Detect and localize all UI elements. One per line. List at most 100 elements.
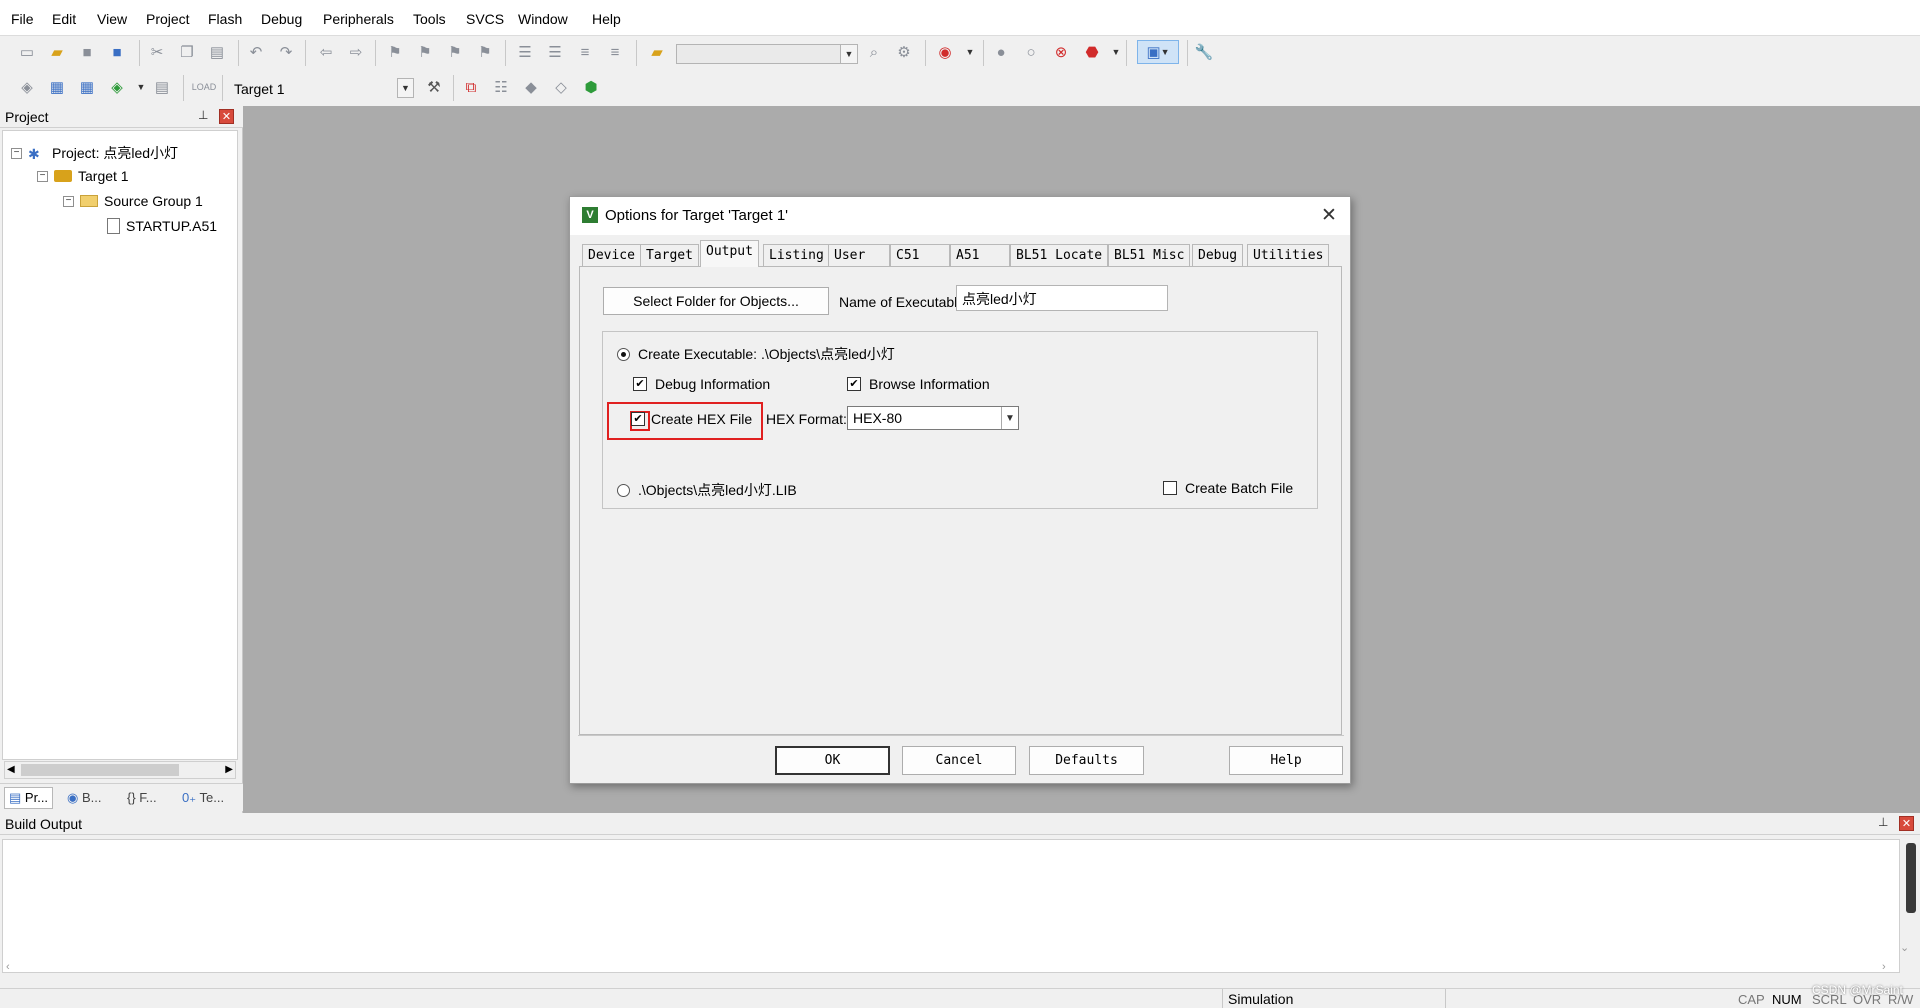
build-output-text[interactable] — [2, 839, 1900, 973]
scroll-right-icon[interactable]: › — [1882, 961, 1886, 973]
find-icon[interactable]: ⌕ — [862, 40, 886, 64]
tab-templates[interactable]: 0₊ Te... — [177, 787, 229, 809]
menu-help[interactable]: Help — [592, 11, 621, 27]
configure-icon[interactable]: 🔧 — [1192, 40, 1216, 64]
manage-components-icon[interactable]: ⧉ — [459, 75, 483, 99]
breakpoint-dropdown-icon[interactable]: ▼ — [1104, 40, 1128, 64]
tree-node-file[interactable]: STARTUP.A51 — [107, 218, 217, 234]
menu-file[interactable]: File — [11, 11, 34, 27]
name-exec-input[interactable]: 点亮led小灯 — [956, 285, 1168, 311]
browse-info-check[interactable]: ✔ Browse Information — [847, 376, 990, 392]
create-lib-radio[interactable]: .\Objects\点亮led小灯.LIB — [617, 480, 797, 500]
menu-flash[interactable]: Flash — [208, 11, 242, 27]
rebuild-icon[interactable]: ▦ — [75, 75, 99, 99]
ok-button[interactable]: OK — [775, 746, 890, 775]
undo-icon[interactable]: ↶ — [244, 40, 268, 64]
file-extensions-icon[interactable]: ☷ — [489, 75, 513, 99]
menu-peripherals[interactable]: Peripherals — [323, 11, 394, 27]
bookmark-icon[interactable]: ⚑ — [383, 40, 407, 64]
checkbox-browse-info[interactable]: ✔ — [847, 377, 861, 391]
find-combo[interactable]: ▼ — [676, 44, 858, 64]
new-file-icon[interactable]: ▭ — [15, 40, 39, 64]
help-button[interactable]: Help — [1229, 746, 1343, 775]
scroll-left-icon[interactable]: ◀ — [7, 764, 15, 775]
checkbox-create-batch[interactable] — [1163, 481, 1177, 495]
close-icon[interactable]: ✕ — [1321, 204, 1337, 227]
scroll-right-icon[interactable]: ▶ — [225, 764, 233, 775]
create-batch-check[interactable]: Create Batch File — [1163, 480, 1293, 496]
menu-view[interactable]: View — [97, 11, 127, 27]
cut-icon[interactable]: ✂ — [145, 40, 169, 64]
hex-format-select[interactable]: HEX-80 ▼ — [847, 406, 1019, 430]
radio-create-executable[interactable] — [617, 347, 630, 361]
copy-icon[interactable]: ❐ — [175, 40, 199, 64]
menu-window[interactable]: Window — [518, 11, 568, 27]
tab-bl51-misc[interactable]: BL51 Misc — [1108, 244, 1191, 266]
tab-c51[interactable]: C51 — [890, 244, 950, 266]
defaults-button[interactable]: Defaults — [1029, 746, 1144, 775]
translate-icon[interactable]: ◈ — [15, 75, 39, 99]
save-all-icon[interactable]: ■ — [105, 40, 129, 64]
scroll-thumb[interactable] — [21, 764, 179, 776]
bookmark-clear-icon[interactable]: ⚑ — [473, 40, 497, 64]
tab-target[interactable]: Target — [640, 244, 699, 266]
options-for-target-icon[interactable]: ⚒ — [422, 75, 446, 99]
collapse-icon[interactable]: − — [37, 170, 48, 182]
incremental-find-icon[interactable]: ⚙ — [892, 40, 916, 64]
unindent-icon[interactable]: ☰ — [543, 40, 567, 64]
pin-icon[interactable]: ⊥ — [198, 108, 208, 122]
tree-node-target[interactable]: − Target 1 — [37, 168, 129, 184]
menu-svcs[interactable]: SVCS — [466, 11, 504, 27]
tab-user[interactable]: User — [828, 244, 890, 266]
run-time-env-icon[interactable]: ◆ — [519, 75, 543, 99]
tab-a51[interactable]: A51 — [950, 244, 1010, 266]
debug-info-check[interactable]: ✔ Debug Information — [633, 376, 770, 392]
menu-edit[interactable]: Edit — [52, 11, 76, 27]
menu-project[interactable]: Project — [146, 11, 190, 27]
save-icon[interactable]: ■ — [75, 40, 99, 64]
close-icon[interactable]: ✕ — [219, 109, 234, 124]
create-hex-check[interactable]: ✔ Create HEX File — [631, 411, 752, 427]
breakpoint-enable-icon[interactable]: ○ — [1019, 40, 1043, 64]
pack-installer-icon[interactable]: ◇ — [549, 75, 573, 99]
breakpoint-insert-icon[interactable]: ● — [989, 40, 1013, 64]
cancel-button[interactable]: Cancel — [902, 746, 1016, 775]
tab-utilities[interactable]: Utilities — [1247, 244, 1330, 266]
scroll-down-icon[interactable]: ⌄ — [1900, 941, 1909, 954]
checkbox-debug-info[interactable]: ✔ — [633, 377, 647, 391]
indent-icon[interactable]: ☰ — [513, 40, 537, 64]
tab-output[interactable]: Output — [700, 240, 759, 267]
download-icon[interactable]: LOAD — [192, 75, 217, 99]
collapse-icon[interactable]: − — [11, 147, 22, 159]
pin-icon[interactable]: ⊥ — [1878, 815, 1888, 829]
menu-tools[interactable]: Tools — [413, 11, 446, 27]
radio-create-library[interactable] — [617, 483, 630, 497]
nav-back-icon[interactable]: ⇦ — [314, 40, 338, 64]
chevron-down-icon[interactable]: ▼ — [1001, 407, 1018, 429]
horizontal-scrollbar[interactable]: ◀ ▶ — [4, 761, 236, 779]
create-exec-radio[interactable]: Create Executable: .\Objects\点亮led小灯 — [617, 344, 895, 364]
debug-dropdown-icon[interactable]: ▼ — [958, 40, 982, 64]
tab-listing[interactable]: Listing — [763, 244, 830, 266]
comment-icon[interactable]: ≡ — [573, 40, 597, 64]
uncomment-icon[interactable]: ≡ — [603, 40, 627, 64]
debug-session-icon[interactable]: ◉ — [933, 40, 957, 64]
tab-bl51-locate[interactable]: BL51 Locate — [1010, 244, 1109, 266]
scroll-indicator[interactable] — [1906, 843, 1916, 913]
build-icon[interactable]: ▦ — [45, 75, 69, 99]
nav-forward-icon[interactable]: ⇨ — [344, 40, 368, 64]
select-folder-button[interactable]: Select Folder for Objects... — [603, 287, 829, 315]
open-file-icon[interactable]: ▰ — [45, 40, 69, 64]
breakpoint-disable-icon[interactable]: ⊗ — [1049, 40, 1073, 64]
bookmark-prev-icon[interactable]: ⚑ — [413, 40, 437, 64]
breakpoint-kill-icon[interactable]: ⬣ — [1080, 40, 1104, 64]
bookmark-next-icon[interactable]: ⚑ — [443, 40, 467, 64]
checkbox-create-hex[interactable]: ✔ — [631, 412, 645, 426]
select-packs-icon[interactable]: ⬢ — [579, 75, 603, 99]
paste-icon[interactable]: ▤ — [205, 40, 229, 64]
tree-node-project[interactable]: − ✱ Project: 点亮led小灯 — [11, 143, 178, 163]
stop-build-icon[interactable]: ▤ — [150, 75, 174, 99]
redo-icon[interactable]: ↷ — [274, 40, 298, 64]
target-select[interactable]: Target 1 ▼ — [228, 77, 414, 99]
tab-project[interactable]: ▤ Pr... — [4, 787, 54, 809]
